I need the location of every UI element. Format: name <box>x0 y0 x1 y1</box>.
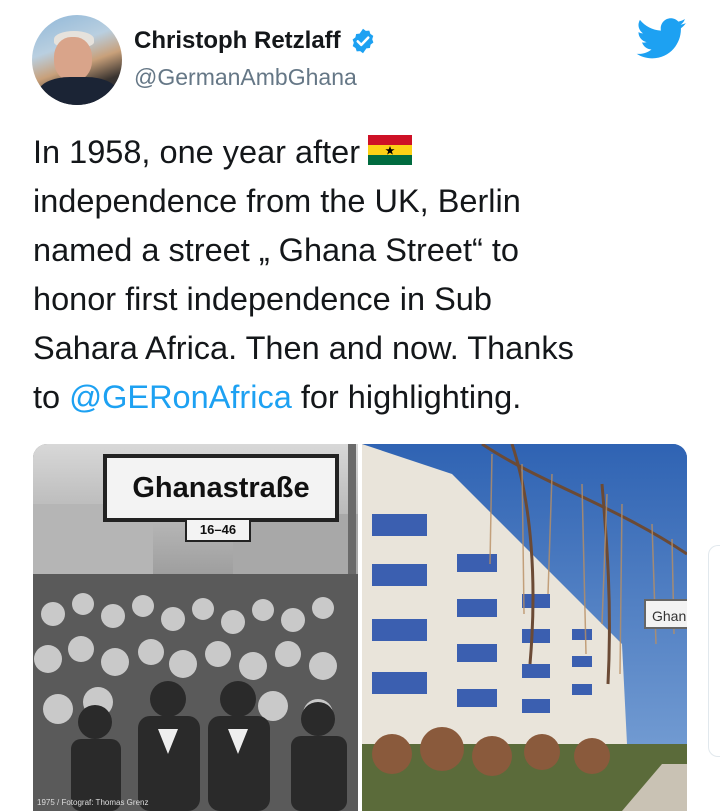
historic-photo[interactable]: Ghanastraße 16–46 1975 / Fotograf: Thoma… <box>33 444 358 811</box>
tweet-text: In 1958, one year after independence fro… <box>33 128 693 422</box>
side-scroll-handle[interactable] <box>708 545 720 757</box>
tweet-line-5: Sahara Africa. Then and now. Thanks <box>33 330 574 366</box>
tweet-line-1-text: In 1958, one year after <box>33 134 361 170</box>
street-sign: Ghanastraße <box>103 454 339 522</box>
author-name-row[interactable]: Christoph Retzlaff <box>134 27 377 55</box>
avatar-face <box>54 37 92 81</box>
tweet-line-2: independence from the UK, Berlin <box>33 183 521 219</box>
street-number-sign: 16–46 <box>185 518 251 542</box>
current-photo-art <box>362 444 687 811</box>
photo-credit: 1975 / Fotograf: Thomas Grenz <box>37 798 149 807</box>
verified-badge-icon <box>352 28 374 54</box>
mention-link[interactable]: @GERonAfrica <box>69 379 292 415</box>
twitter-bird-icon[interactable] <box>636 18 688 60</box>
tweet-line-4: honor first independence in Sub <box>33 281 492 317</box>
tweet-line-6: to @GERonAfrica for highlighting. <box>33 373 693 422</box>
current-photo[interactable]: Ghan <box>362 444 687 811</box>
author-handle[interactable]: @GermanAmbGhana <box>134 64 357 91</box>
tweet-line-6-post: for highlighting. <box>291 379 522 415</box>
avatar-shirt <box>38 77 118 105</box>
tweet-media[interactable]: Ghanastraße 16–46 1975 / Fotograf: Thoma… <box>33 444 687 811</box>
tweet-line-6-pre: to <box>33 379 70 415</box>
street-sign-current: Ghan <box>644 599 687 629</box>
avatar[interactable] <box>32 15 122 105</box>
ghana-flag-emoji <box>368 135 413 165</box>
tweet-line-1: In 1958, one year after <box>33 128 693 177</box>
tweet-line-3: named a street „ Ghana Street“ to <box>33 232 519 268</box>
author-name[interactable]: Christoph Retzlaff <box>134 27 341 55</box>
